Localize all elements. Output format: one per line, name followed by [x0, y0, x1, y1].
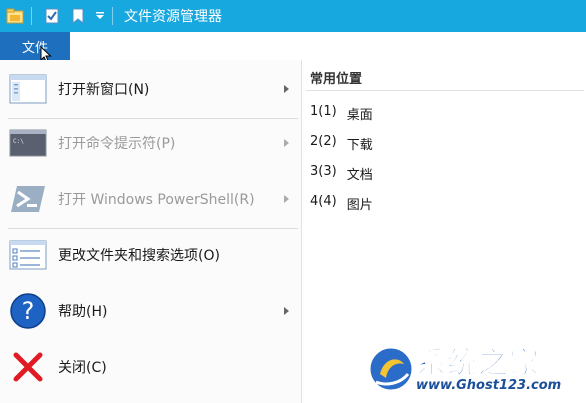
- command-prompt-icon: C:\: [8, 123, 48, 163]
- menu-item-open-new-window[interactable]: 打开新窗口(N): [0, 62, 301, 116]
- frequent-place-documents[interactable]: 3(3) 文档: [310, 164, 373, 183]
- folder-options-icon: [8, 235, 48, 275]
- submenu-arrow-icon: [284, 139, 289, 147]
- title-bar: 文件资源管理器: [0, 0, 586, 32]
- svg-text:C:\: C:\: [13, 138, 24, 145]
- svg-text:?: ?: [22, 297, 35, 325]
- menu-item-label: 关闭(C): [58, 360, 107, 376]
- customize-toolbar-dropdown-icon[interactable]: [93, 5, 107, 27]
- frequent-place-pictures[interactable]: 4(4) 图片: [310, 194, 373, 213]
- watermark-url: www.Ghost123.com: [416, 378, 562, 393]
- submenu-arrow-icon: [284, 195, 289, 203]
- menu-item-label: 帮助(H): [58, 304, 108, 320]
- close-icon: [8, 347, 48, 387]
- place-label: 图片: [346, 198, 373, 213]
- place-shortcut: 2(2): [310, 134, 337, 149]
- frequent-places-title: 常用位置: [310, 72, 363, 87]
- menu-item-folder-options[interactable]: 更改文件夹和搜索选项(O): [0, 228, 301, 282]
- menu-item-close[interactable]: 关闭(C): [0, 340, 301, 394]
- window-title: 文件资源管理器: [124, 9, 222, 25]
- file-tab[interactable]: 文件: [0, 32, 70, 60]
- new-window-icon: [8, 69, 48, 109]
- menu-item-label: 打开 Windows PowerShell(R): [58, 192, 255, 208]
- place-shortcut: 3(3): [310, 164, 337, 179]
- menu-item-open-command-prompt[interactable]: C:\ 打开命令提示符(P): [0, 116, 301, 170]
- place-label: 桌面: [346, 108, 373, 123]
- ribbon-tab-row: 文件: [0, 32, 586, 64]
- frequent-place-downloads[interactable]: 2(2) 下载: [310, 134, 373, 153]
- submenu-arrow-icon: [284, 85, 289, 93]
- file-menu: 打开新窗口(N) C:\ 打开命令提示符(P) 打开 Windows Power…: [0, 60, 302, 403]
- toolbar-divider: [112, 7, 113, 25]
- help-icon: ?: [8, 291, 48, 331]
- properties-icon[interactable]: [41, 5, 63, 27]
- frequent-place-desktop[interactable]: 1(1) 桌面: [310, 104, 373, 123]
- new-folder-icon[interactable]: [67, 5, 89, 27]
- place-label: 下载: [346, 138, 373, 153]
- menu-item-open-powershell[interactable]: 打开 Windows PowerShell(R): [0, 172, 301, 226]
- menu-item-label: 打开新窗口(N): [58, 82, 150, 98]
- place-shortcut: 1(1): [310, 104, 337, 119]
- place-label: 文档: [346, 168, 373, 183]
- submenu-arrow-icon: [284, 307, 289, 315]
- watermark-logo-icon: [367, 345, 415, 393]
- powershell-icon: [8, 179, 48, 219]
- panel-divider: [306, 90, 584, 91]
- watermark-title: 系统之家: [416, 346, 540, 382]
- menu-item-help[interactable]: ? 帮助(H): [0, 284, 301, 338]
- place-shortcut: 4(4): [310, 194, 337, 209]
- folder-icon[interactable]: [4, 5, 26, 27]
- toolbar-divider: [31, 7, 32, 25]
- watermark: 系统之家 www.Ghost123.com: [364, 338, 586, 403]
- menu-item-label: 打开命令提示符(P): [58, 136, 176, 152]
- menu-item-label: 更改文件夹和搜索选项(O): [58, 248, 220, 264]
